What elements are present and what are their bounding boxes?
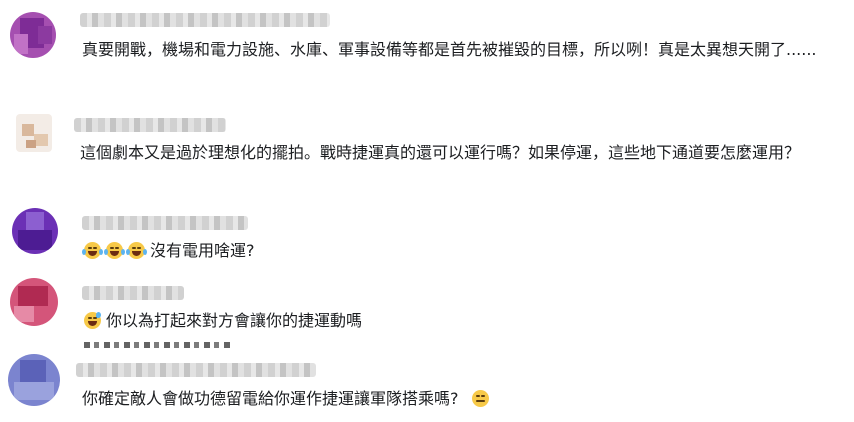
author-name-blurred[interactable]: [76, 363, 316, 377]
comment-4: 你以為打起來對方會讓你的捷運動嗎: [0, 268, 854, 348]
face-with-tears-of-joy-icon: [126, 242, 147, 259]
comment-text-body: 你以為打起來對方會讓你的捷運動嗎: [106, 311, 363, 330]
avatar[interactable]: [10, 278, 58, 326]
comment-3: 沒有電用啥運?: [0, 200, 854, 268]
author-name-blurred[interactable]: [80, 13, 330, 27]
author-name-blurred[interactable]: [82, 216, 248, 230]
comment-text: 真要開戰，機場和電力設施、水庫、軍事設備等都是首先被摧毀的目標，所以咧！真是太異…: [82, 40, 817, 59]
comment-text: 這個劇本又是過於理想化的擺拍。戰時捷運真的還可以運行嗎？如果停運，這些地下通道要…: [80, 143, 801, 162]
face-with-tears-of-joy-icon: [104, 242, 125, 259]
author-name-blurred[interactable]: [74, 118, 226, 132]
avatar[interactable]: [10, 12, 56, 58]
author-name-blurred[interactable]: [82, 286, 184, 300]
avatar[interactable]: [8, 354, 60, 406]
comment-text: 沒有電用啥運?: [82, 238, 784, 264]
comment-1: 真要開戰，機場和電力設施、水庫、軍事設備等都是首先被摧毀的目標，所以咧！真是太異…: [0, 0, 854, 100]
comment-text: 你確定敵人會做功德留電給你運作捷運讓軍隊搭乘嗎?: [82, 386, 822, 412]
comment-text-body: 沒有電用啥運?: [150, 241, 255, 260]
grinning-sweat-icon: [84, 312, 101, 329]
comment-text-body: 你確定敵人會做功德留電給你運作捷運讓軍隊搭乘嗎?: [82, 389, 459, 408]
comment-5: 你確定敵人會做功德留電給你運作捷運讓軍隊搭乘嗎?: [0, 350, 854, 422]
avatar[interactable]: [16, 114, 52, 152]
comment-text: 你以為打起來對方會讓你的捷運動嗎: [84, 308, 784, 334]
comment-2: 這個劇本又是過於理想化的擺拍。戰時捷運真的還可以運行嗎？如果停運，這些地下通道要…: [0, 100, 854, 200]
expressionless-face-icon: [471, 390, 489, 407]
avatar[interactable]: [12, 208, 58, 254]
face-with-tears-of-joy-icon: [82, 242, 103, 259]
cut-off-text-line: [84, 342, 234, 348]
